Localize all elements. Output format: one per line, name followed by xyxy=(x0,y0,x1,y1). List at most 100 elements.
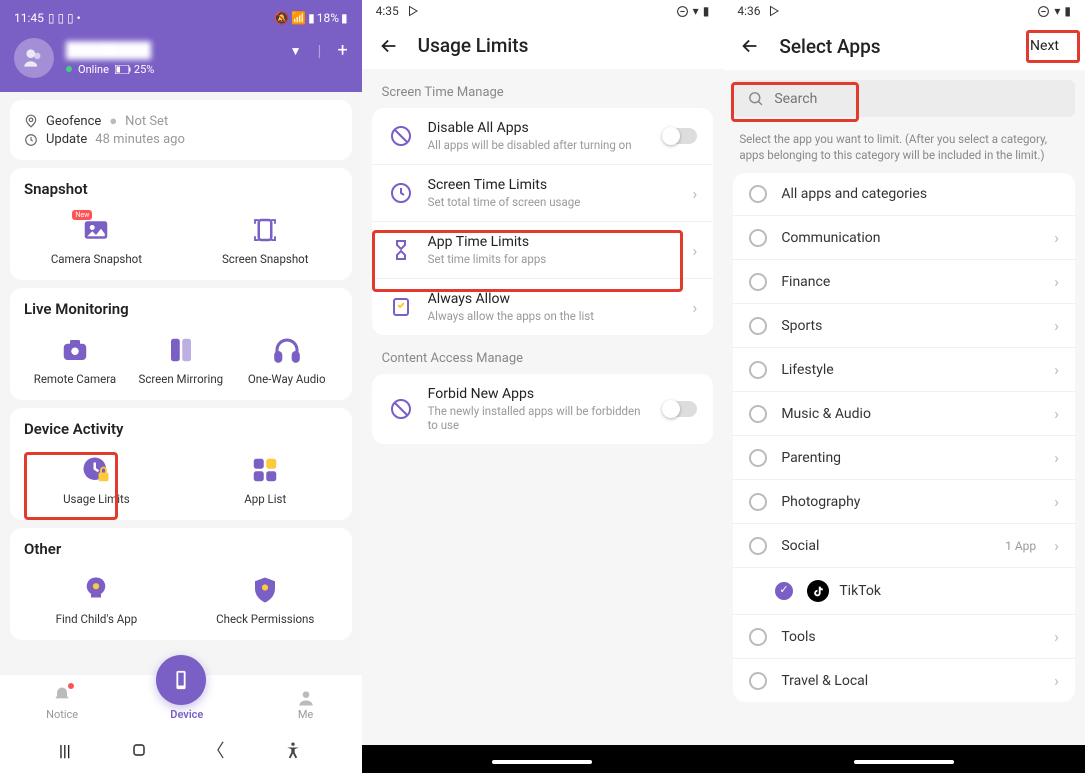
status-bar: 11:45 ▯ ▯ ▯ • 🔕 📶 ▮ 18% ▮ xyxy=(14,8,348,28)
battery-pct: 18% xyxy=(317,11,339,25)
check-list-icon xyxy=(389,295,413,319)
phone-icon xyxy=(170,669,192,691)
device-fab[interactable] xyxy=(156,655,206,705)
live-title: Live Monitoring xyxy=(24,300,338,318)
app-list-button[interactable]: App List xyxy=(193,448,338,514)
chevron-right-icon: › xyxy=(1054,272,1059,291)
cat-photography[interactable]: Photography› xyxy=(733,480,1075,524)
other-title: Other xyxy=(24,540,338,558)
radio-icon[interactable] xyxy=(749,672,767,690)
chevron-right-icon: › xyxy=(1054,316,1059,335)
content-access-card: Forbid New AppsThe newly installed apps … xyxy=(372,374,714,444)
radio-icon[interactable] xyxy=(749,229,767,247)
online-dot-icon xyxy=(66,66,72,72)
radio-icon[interactable] xyxy=(749,273,767,291)
title-bar: Usage Limits xyxy=(362,22,724,69)
radio-icon[interactable] xyxy=(749,493,767,511)
check-permissions-button[interactable]: Check Permissions xyxy=(193,568,338,634)
cat-travel[interactable]: Travel & Local› xyxy=(733,659,1075,702)
back-icon[interactable] xyxy=(739,35,761,57)
nav-notice[interactable]: Notice xyxy=(36,681,88,725)
system-nav: ||| 〈 xyxy=(0,727,362,773)
tiktok-icon xyxy=(807,580,829,602)
bulb-icon xyxy=(81,575,111,605)
clock-lock-icon xyxy=(81,455,111,485)
back-button[interactable]: 〈 xyxy=(207,737,225,763)
search-bar[interactable] xyxy=(733,80,1075,117)
screen-mirroring-button[interactable]: Screen Mirroring xyxy=(130,328,232,394)
cat-music[interactable]: Music & Audio› xyxy=(733,392,1075,436)
grid-icon xyxy=(250,455,280,485)
forbid-new-apps-row[interactable]: Forbid New AppsThe newly installed apps … xyxy=(372,374,714,444)
radio-icon[interactable] xyxy=(749,185,767,203)
find-childs-app-button[interactable]: Find Child's App xyxy=(24,568,169,634)
play-store-icon xyxy=(768,5,780,17)
play-store-icon xyxy=(407,5,419,17)
next-button[interactable]: Next xyxy=(1020,34,1069,58)
search-input[interactable] xyxy=(774,91,1061,107)
status-time: 4:36 xyxy=(737,4,760,18)
screenshot-icon xyxy=(250,215,280,245)
app-time-limits-row[interactable]: App Time LimitsSet time limits for apps … xyxy=(372,221,714,278)
radio-icon[interactable] xyxy=(749,449,767,467)
cat-lifestyle[interactable]: Lifestyle› xyxy=(733,348,1075,392)
screen-time-limits-row[interactable]: Screen Time LimitsSet total time of scre… xyxy=(372,164,714,221)
divider: | xyxy=(318,41,322,60)
mute-icon: 🔕 xyxy=(274,11,289,25)
clock-icon xyxy=(389,181,413,205)
cat-all[interactable]: All apps and categories xyxy=(733,173,1075,216)
chevron-right-icon: › xyxy=(693,184,698,203)
chevron-right-icon: › xyxy=(1054,627,1059,646)
section-content-access: Content Access Manage xyxy=(362,335,724,374)
app-tiktok[interactable]: TikTok xyxy=(733,568,1075,615)
nav-me[interactable]: Me xyxy=(286,684,326,725)
cat-finance[interactable]: Finance› xyxy=(733,260,1075,304)
cat-communication[interactable]: Communication› xyxy=(733,216,1075,260)
online-status: Online xyxy=(78,63,109,76)
clock-icon xyxy=(24,133,38,147)
add-icon[interactable]: + xyxy=(337,40,347,61)
status-bar: 4:35 ▾ ▮ xyxy=(362,0,724,22)
device-activity-card: Device Activity Usage Limits App List xyxy=(10,408,352,520)
info-strip: Geofence ● Not Set Update 48 minutes ago xyxy=(10,100,352,160)
cat-tools[interactable]: Tools› xyxy=(733,615,1075,659)
cat-parenting[interactable]: Parenting› xyxy=(733,436,1075,480)
chevron-right-icon: › xyxy=(1054,360,1059,379)
home-button[interactable] xyxy=(129,740,149,760)
disable-all-apps-row[interactable]: Disable All AppsAll apps will be disable… xyxy=(372,108,714,164)
headphones-icon xyxy=(272,335,302,365)
recents-button[interactable]: ||| xyxy=(59,741,71,760)
chevron-right-icon: › xyxy=(1054,404,1059,423)
snapshot-card: Snapshot New Camera Snapshot Screen Snap… xyxy=(10,168,352,280)
radio-icon[interactable] xyxy=(749,628,767,646)
status-time: 11:45 xyxy=(14,11,44,25)
usage-limits-button[interactable]: Usage Limits xyxy=(24,448,169,514)
accessibility-icon[interactable] xyxy=(283,740,303,760)
radio-icon[interactable] xyxy=(749,405,767,423)
one-way-audio-button[interactable]: One-Way Audio xyxy=(236,328,338,394)
screen-snapshot-button[interactable]: Screen Snapshot xyxy=(193,208,338,274)
notification-icons: ▯ ▯ ▯ • xyxy=(48,11,81,25)
always-allow-row[interactable]: Always AllowAlways allow the apps on the… xyxy=(372,278,714,335)
radio-checked-icon[interactable] xyxy=(775,582,793,600)
cat-social[interactable]: Social1 App› xyxy=(733,524,1075,568)
radio-icon[interactable] xyxy=(749,361,767,379)
dropdown-icon[interactable]: ▼ xyxy=(290,44,302,58)
remote-camera-button[interactable]: Remote Camera xyxy=(24,328,126,394)
status-bar: 4:36 ▾ ▮ xyxy=(723,0,1085,22)
radio-icon[interactable] xyxy=(749,317,767,335)
chevron-right-icon: › xyxy=(1054,448,1059,467)
notification-dot-icon xyxy=(68,683,74,689)
back-icon[interactable] xyxy=(378,35,400,57)
other-card: Other Find Child's App Check Permissions xyxy=(10,528,352,640)
device-dashboard-screen: 11:45 ▯ ▯ ▯ • 🔕 📶 ▮ 18% ▮ ████████ Onlin… xyxy=(0,0,362,773)
forbid-toggle[interactable] xyxy=(663,401,697,417)
usage-limits-screen: 4:35 ▾ ▮ Usage Limits Screen Time Manage… xyxy=(362,0,724,773)
avatar[interactable] xyxy=(14,38,54,78)
disable-toggle[interactable] xyxy=(663,128,697,144)
user-block[interactable]: ████████ Online 25% ▼ | + xyxy=(14,28,348,92)
cat-sports[interactable]: Sports› xyxy=(733,304,1075,348)
radio-icon[interactable] xyxy=(749,537,767,555)
camera-snapshot-button[interactable]: New Camera Snapshot xyxy=(24,208,169,274)
dnd-icon xyxy=(676,5,689,18)
